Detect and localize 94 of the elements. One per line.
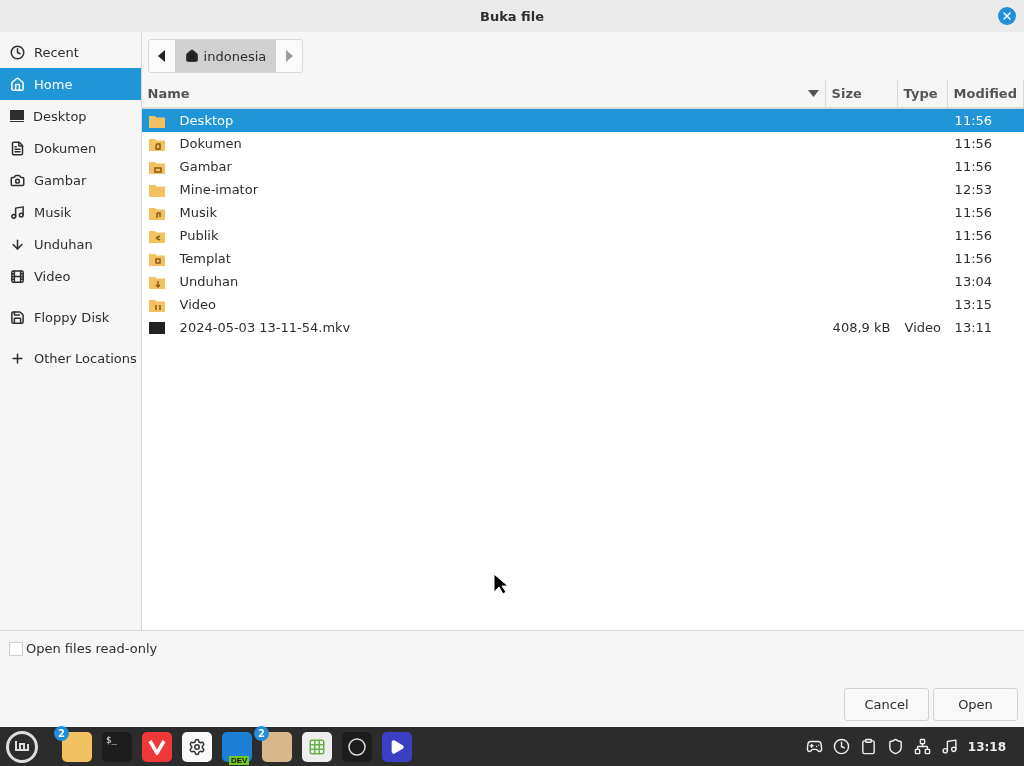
- video-file-icon: [148, 321, 165, 334]
- sort-arrow-icon: [807, 90, 819, 97]
- modified-time: 11:56: [953, 159, 993, 174]
- home-icon: [10, 76, 25, 92]
- sidebar-item[interactable]: Other Locations: [0, 342, 141, 374]
- column-header[interactable]: Type: [897, 80, 948, 107]
- home-icon: [184, 49, 199, 63]
- archive-app-button[interactable]: [262, 731, 292, 762]
- camera-icon: [10, 172, 25, 188]
- modified-time: 11:56: [953, 228, 993, 243]
- folder-icon: [148, 205, 165, 220]
- column-header[interactable]: Modified: [947, 80, 1024, 107]
- read-only-checkbox[interactable]: [9, 641, 23, 656]
- file-name: 2024-05-03 13-11-54.mkv: [178, 320, 351, 335]
- music-icon: [10, 204, 25, 220]
- column-header[interactable]: Size: [825, 80, 898, 107]
- file-name: Desktop: [178, 113, 234, 128]
- logo: [15, 740, 29, 753]
- close-icon: [1001, 10, 1013, 22]
- file-name: Mine-imator: [178, 182, 258, 197]
- folder-icon: [148, 274, 165, 289]
- modified-time: 13:15: [953, 297, 993, 312]
- right-triangle-icon: [285, 50, 294, 62]
- files-app-button[interactable]: [62, 731, 92, 762]
- modified-time: 11:56: [953, 113, 993, 128]
- modified-time: 11:56: [953, 251, 993, 266]
- count-badge: 2: [54, 725, 69, 741]
- edge-app-button[interactable]: DEV: [222, 731, 252, 762]
- window-title: Buka file: [480, 8, 544, 24]
- folder-icon: [148, 182, 165, 197]
- folder-icon: [148, 228, 165, 243]
- terminal-app-button[interactable]: $_: [102, 731, 132, 762]
- column-header[interactable]: Name: [141, 80, 826, 107]
- film-icon: [10, 268, 25, 284]
- sidebar-item[interactable]: Video: [0, 260, 141, 292]
- path-crumb[interactable]: indonesia: [174, 40, 277, 72]
- gear-icon: [188, 737, 206, 756]
- shield-tray-icon[interactable]: [886, 738, 904, 755]
- sidebar-item[interactable]: Dokumen: [0, 132, 141, 164]
- folder-icon: [148, 136, 165, 151]
- forward-button[interactable]: [276, 40, 303, 72]
- checkbox-label: Open files read-only: [26, 641, 158, 656]
- network-tray-icon[interactable]: [913, 738, 931, 755]
- file-name: Musik: [178, 205, 217, 220]
- recent-icon: [10, 44, 25, 60]
- file-name: Publik: [178, 228, 219, 243]
- file-name: Gambar: [178, 159, 232, 174]
- download-icon: [10, 236, 25, 252]
- player-app-button[interactable]: [382, 731, 412, 762]
- sidebar-item[interactable]: Musik: [0, 196, 141, 228]
- left-triangle-icon: [157, 50, 166, 62]
- file-name: Unduhan: [178, 274, 239, 289]
- dialog-button[interactable]: Cancel: [844, 688, 929, 721]
- browser-app-button[interactable]: [142, 731, 172, 762]
- cursor-icon: [493, 573, 509, 595]
- monitor-icon: [10, 110, 24, 122]
- modified-time: 13:04: [953, 274, 993, 289]
- close-button[interactable]: [998, 7, 1016, 25]
- settings-app-button[interactable]: [182, 731, 212, 762]
- sidebar-item[interactable]: Recent: [0, 36, 141, 68]
- file-name: Dokumen: [178, 136, 242, 151]
- folder-icon: [148, 159, 165, 174]
- dialog-button[interactable]: Open: [933, 688, 1018, 721]
- folder-icon: [148, 113, 165, 128]
- file-type: Video: [903, 320, 942, 335]
- file-size: 408,9 kB: [831, 320, 891, 335]
- apps-app-button[interactable]: [302, 731, 332, 762]
- file-name: Templat: [178, 251, 231, 266]
- modified-time: 12:53: [953, 182, 993, 197]
- menu-button[interactable]: [6, 730, 38, 763]
- clock[interactable]: 13:18: [967, 739, 1006, 754]
- modified-time: 13:11: [953, 320, 993, 335]
- sidebar-item[interactable]: Unduhan: [0, 228, 141, 260]
- prompt-text: $_: [106, 734, 117, 745]
- back-button[interactable]: [148, 40, 175, 72]
- play-icon: [389, 738, 405, 755]
- floppy-icon: [10, 309, 25, 325]
- v-icon: [148, 738, 166, 755]
- modified-time: 11:56: [953, 205, 993, 220]
- document-icon: [10, 140, 25, 156]
- sidebar-item[interactable]: Gambar: [0, 164, 141, 196]
- dev-label: DEV: [229, 755, 250, 765]
- plus-icon: [10, 350, 25, 366]
- folder-icon: [148, 251, 165, 266]
- music-tray-icon[interactable]: [940, 738, 958, 755]
- file-name: Video: [178, 297, 217, 312]
- folder-icon: [148, 297, 165, 312]
- sidebar-item[interactable]: Floppy Disk: [0, 301, 141, 333]
- clipboard-tray-icon[interactable]: [859, 738, 877, 755]
- grid-icon: [308, 737, 326, 756]
- modified-time: 11:56: [953, 136, 993, 151]
- count-badge: 2: [254, 725, 269, 741]
- obs-app-button[interactable]: [342, 731, 372, 762]
- sidebar-item[interactable]: Desktop: [0, 100, 141, 132]
